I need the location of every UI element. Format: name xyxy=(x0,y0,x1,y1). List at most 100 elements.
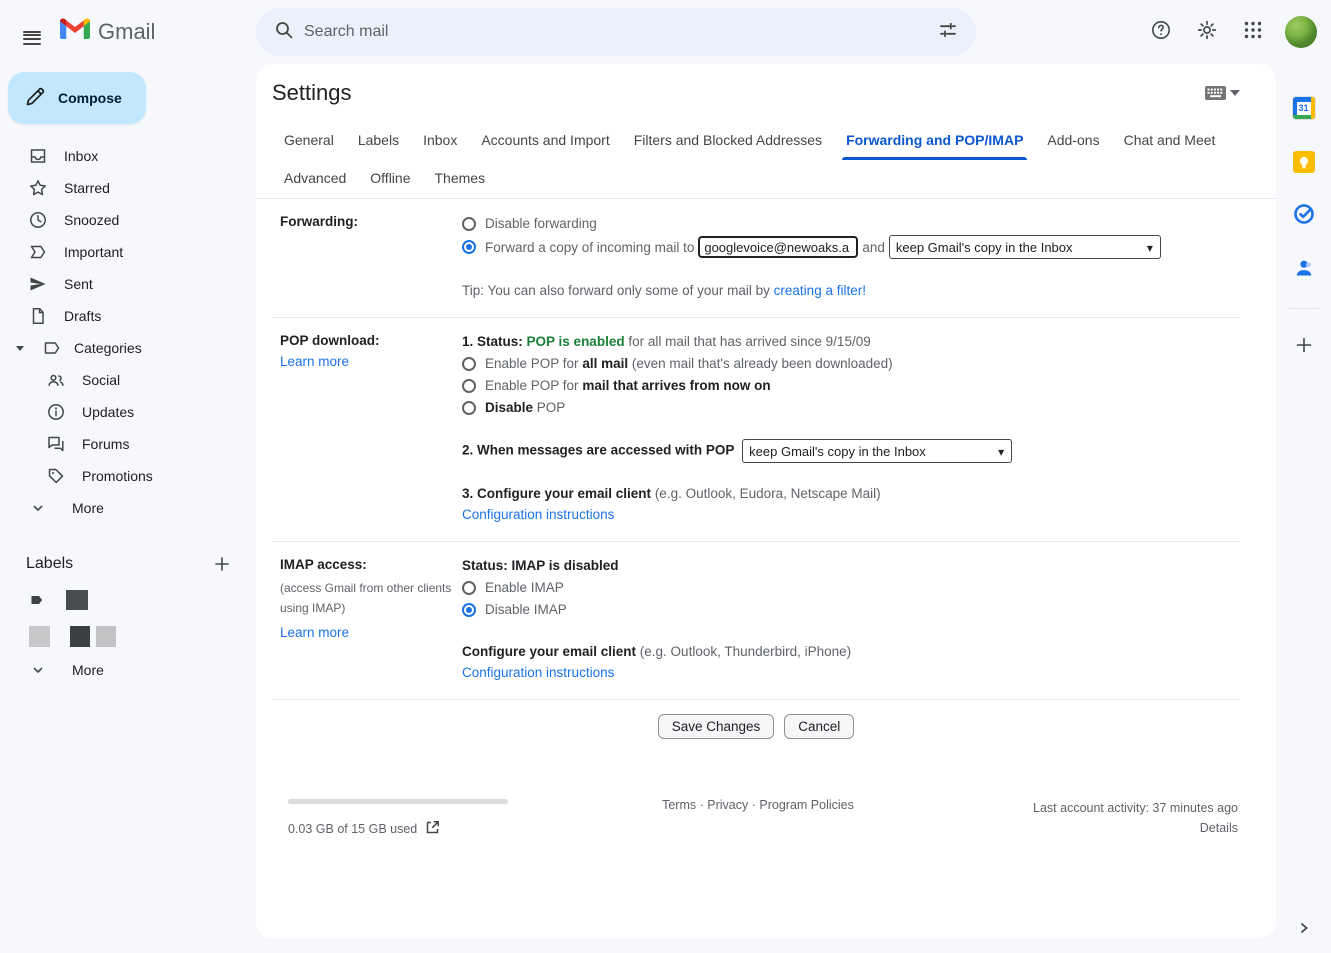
labels-more[interactable]: More xyxy=(0,654,256,686)
tab-chat-and-meet[interactable]: Chat and Meet xyxy=(1112,122,1228,160)
tab-general[interactable]: General xyxy=(272,122,346,160)
tab-advanced[interactable]: Advanced xyxy=(272,160,358,198)
imap-configuration-instructions-link[interactable]: Configuration instructions xyxy=(462,665,614,680)
gmail-m-icon xyxy=(60,18,90,46)
main-menu-button[interactable] xyxy=(12,12,52,52)
tasks-button[interactable] xyxy=(1288,200,1320,232)
radio-enable-pop-all[interactable] xyxy=(462,357,476,371)
enable-pop-all-mail-option[interactable]: Enable POP for all mail (even mail that'… xyxy=(462,353,1240,374)
imap-learn-more-link[interactable]: Learn more xyxy=(280,625,349,640)
forward-email-input[interactable] xyxy=(698,236,858,258)
imap-configure-line: Configure your email client (e.g. Outloo… xyxy=(462,641,1240,662)
privacy-link[interactable]: Privacy xyxy=(707,798,748,812)
label-row-redacted[interactable] xyxy=(0,582,256,618)
sidebar-item-important[interactable]: Important xyxy=(0,236,256,268)
tab-inbox[interactable]: Inbox xyxy=(411,122,469,160)
forward-copy-option[interactable]: Forward a copy of incoming mail to and k… xyxy=(462,235,1240,259)
plus-icon xyxy=(1295,336,1313,359)
support-button[interactable] xyxy=(1141,12,1181,52)
sidebar-item-more[interactable]: More xyxy=(0,492,256,524)
program-policies-link[interactable]: Program Policies xyxy=(759,798,853,812)
sidebar-nav: Inbox Starred Snoozed Important Sent xyxy=(0,140,256,524)
search-button[interactable] xyxy=(264,12,304,52)
forward-action-select[interactable]: keep Gmail's copy in the Inbox xyxy=(889,235,1161,259)
sidebar-item-drafts[interactable]: Drafts xyxy=(0,300,256,332)
gmail-logo[interactable]: Gmail xyxy=(60,18,155,46)
compose-label: Compose xyxy=(58,90,122,106)
create-label-button[interactable] xyxy=(212,554,232,574)
tasks-icon xyxy=(1293,203,1315,230)
sidebar-item-starred[interactable]: Starred xyxy=(0,172,256,204)
radio-disable-forwarding[interactable] xyxy=(462,217,476,231)
label-row-redacted[interactable] xyxy=(0,618,256,654)
pencil-icon xyxy=(24,86,46,111)
pop-action-select-wrap: keep Gmail's copy in the Inbox xyxy=(742,439,1012,463)
pop-action-select[interactable]: keep Gmail's copy in the Inbox xyxy=(742,439,1012,463)
disable-forwarding-option[interactable]: Disable forwarding xyxy=(462,213,1240,234)
tab-themes[interactable]: Themes xyxy=(423,160,498,198)
people-icon xyxy=(46,370,66,390)
calendar-button[interactable]: 31 xyxy=(1288,92,1320,124)
search-options-button[interactable] xyxy=(928,12,968,52)
settings-card: Settings General Labels Inbox Accounts a… xyxy=(256,64,1276,938)
save-changes-button[interactable]: Save Changes xyxy=(658,714,775,739)
gmail-logo-text: Gmail xyxy=(98,19,155,45)
sidebar-item-sent[interactable]: Sent xyxy=(0,268,256,300)
disable-imap-option[interactable]: Disable IMAP xyxy=(462,599,1240,620)
sidebar-item-promotions[interactable]: Promotions xyxy=(0,460,256,492)
radio-forward-copy[interactable] xyxy=(462,240,476,254)
page-title: Settings xyxy=(272,80,352,106)
sidebar-item-updates[interactable]: Updates xyxy=(0,396,256,428)
tab-offline[interactable]: Offline xyxy=(358,160,422,198)
imap-access-label: IMAP access: xyxy=(280,557,367,572)
creating-a-filter-link[interactable]: creating a filter! xyxy=(774,283,866,298)
topbar-left: Gmail xyxy=(0,12,256,52)
contacts-button[interactable] xyxy=(1288,254,1320,286)
footer-links: Terms · Privacy · Program Policies xyxy=(578,793,938,838)
details-link[interactable]: Details xyxy=(1200,821,1238,835)
terms-link[interactable]: Terms xyxy=(662,798,696,812)
radio-disable-imap[interactable] xyxy=(462,603,476,617)
sidebar-item-snoozed[interactable]: Snoozed xyxy=(0,204,256,236)
keep-button[interactable] xyxy=(1288,146,1320,178)
labels-header: Labels xyxy=(0,546,256,582)
hide-side-panel-button[interactable] xyxy=(1298,921,1310,939)
google-apps-button[interactable] xyxy=(1233,12,1273,52)
cancel-button[interactable]: Cancel xyxy=(784,714,854,739)
sidebar-item-categories[interactable]: Categories xyxy=(0,332,256,364)
imap-status-line: Status: IMAP is disabled xyxy=(462,555,1240,576)
open-storage-button[interactable] xyxy=(425,820,440,838)
forwarding-label: Forwarding: xyxy=(280,214,358,229)
radio-enable-pop-now[interactable] xyxy=(462,379,476,393)
topbar-right xyxy=(976,12,1331,52)
search-input[interactable] xyxy=(304,23,928,41)
open-in-new-icon xyxy=(425,820,440,835)
compose-button[interactable]: Compose xyxy=(8,72,146,124)
sidebar-item-forums[interactable]: Forums xyxy=(0,428,256,460)
settings-button[interactable] xyxy=(1187,12,1227,52)
label-tag-icon xyxy=(28,590,48,610)
tab-labels[interactable]: Labels xyxy=(346,122,411,160)
pop-configuration-instructions-link[interactable]: Configuration instructions xyxy=(462,507,614,522)
tab-filters-and-blocked-addresses[interactable]: Filters and Blocked Addresses xyxy=(622,122,834,160)
tab-forwarding-and-pop-imap[interactable]: Forwarding and POP/IMAP xyxy=(834,122,1035,160)
pop-download-label: POP download: xyxy=(280,333,380,348)
pop-status-line: 1. Status: POP is enabled for all mail t… xyxy=(462,331,1240,352)
radio-disable-pop[interactable] xyxy=(462,401,476,415)
pop-learn-more-link[interactable]: Learn more xyxy=(280,354,349,369)
sidebar-item-social[interactable]: Social xyxy=(0,364,256,396)
sidebar-item-inbox[interactable]: Inbox xyxy=(0,140,256,172)
tab-add-ons[interactable]: Add-ons xyxy=(1035,122,1111,160)
settings-body: Forwarding: Disable forwarding Forward a… xyxy=(256,199,1276,838)
input-tools-toggle[interactable] xyxy=(1205,86,1240,100)
labels-title: Labels xyxy=(26,555,73,573)
account-avatar[interactable] xyxy=(1285,16,1317,48)
enable-pop-from-now-option[interactable]: Enable POP for mail that arrives from no… xyxy=(462,375,1240,396)
radio-enable-imap[interactable] xyxy=(462,581,476,595)
disable-pop-option[interactable]: Disable POP xyxy=(462,397,1240,418)
get-add-ons-button[interactable] xyxy=(1288,331,1320,363)
tab-accounts-and-import[interactable]: Accounts and Import xyxy=(469,122,621,160)
search-bar[interactable] xyxy=(256,8,976,56)
pop-download-section: POP download: Learn more 1. Status: POP … xyxy=(272,318,1240,542)
enable-imap-option[interactable]: Enable IMAP xyxy=(462,577,1240,598)
